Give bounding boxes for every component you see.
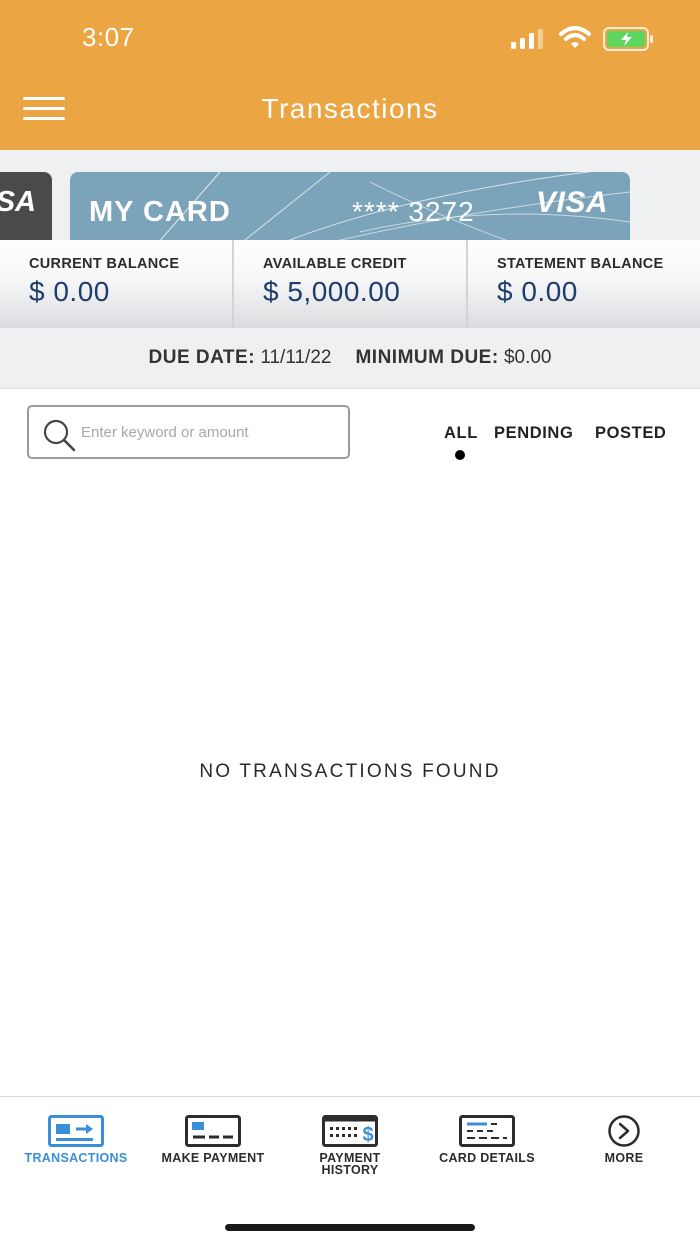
page-title: Transactions: [261, 93, 439, 124]
due-date: DUE DATE: 11/11/22: [149, 347, 332, 369]
filter-posted[interactable]: POSTED: [595, 424, 666, 443]
card-details-icon: [459, 1115, 515, 1147]
tab-card-details[interactable]: CARD DETAILS: [417, 1097, 557, 1197]
filter-all[interactable]: ALL: [444, 424, 478, 443]
available-credit-label: AVAILABLE CREDIT: [263, 256, 407, 272]
available-credit: AVAILABLE CREDIT $ 5,000.00: [232, 240, 466, 328]
minimum-due-label: MINIMUM DUE:: [355, 347, 499, 368]
statement-balance-value: $ 0.00: [497, 276, 578, 307]
signal-icon: [511, 29, 543, 49]
statement-balance-label: STATEMENT BALANCE: [497, 256, 664, 272]
current-card[interactable]: MY CARD **** 3272 VISA: [70, 172, 630, 240]
filter-pending[interactable]: PENDING: [494, 424, 573, 443]
active-filter-indicator: [455, 450, 465, 460]
minimum-due: MINIMUM DUE: $0.00: [355, 347, 551, 369]
statement-balance: STATEMENT BALANCE $ 0.00: [466, 240, 700, 328]
app-header: 3:07 Transactions: [0, 0, 700, 150]
tab-label: MORE: [604, 1151, 644, 1165]
tab-make-payment[interactable]: MAKE PAYMENT: [143, 1097, 283, 1197]
tab-more[interactable]: MORE: [554, 1097, 694, 1197]
tab-label: CARD DETAILS: [439, 1151, 535, 1165]
card-name: MY CARD: [89, 196, 231, 228]
transactions-icon: [48, 1115, 104, 1147]
home-indicator: [225, 1224, 475, 1231]
tab-label: PAYMENT HISTORY: [319, 1151, 381, 1177]
due-date-value: 11/11/22: [260, 347, 332, 368]
balance-summary: CURRENT BALANCE $ 0.00 AVAILABLE CREDIT …: [0, 240, 700, 328]
search-icon: [43, 419, 76, 452]
card-brand-logo: VISA: [536, 186, 609, 219]
current-balance-value: $ 0.00: [29, 276, 110, 307]
status-time: 3:07: [82, 22, 135, 52]
due-info: DUE DATE: 11/11/22 MINIMUM DUE: $0.00: [0, 328, 700, 389]
battery-icon: [603, 27, 653, 51]
search-box[interactable]: [27, 405, 350, 459]
current-balance: CURRENT BALANCE $ 0.00: [0, 240, 232, 328]
card-carousel[interactable]: SA MY CARD **** 3272 VISA: [0, 150, 700, 240]
payment-history-icon: $: [322, 1115, 378, 1147]
tab-payment-history[interactable]: $ PAYMENT HISTORY: [280, 1097, 420, 1197]
tab-label: MAKE PAYMENT: [161, 1151, 265, 1165]
empty-state-message: NO TRANSACTIONS FOUND: [199, 761, 501, 782]
bottom-tab-bar: TRANSACTIONS MAKE PAYMENT $ PAYMENT HIST…: [0, 1096, 700, 1244]
search-input[interactable]: [81, 417, 341, 447]
more-icon: [608, 1115, 640, 1147]
previous-card[interactable]: SA: [0, 172, 52, 240]
wifi-icon: [559, 26, 591, 48]
tab-transactions[interactable]: TRANSACTIONS: [6, 1097, 146, 1197]
card-number: **** 3272: [352, 196, 475, 227]
svg-text:$: $: [362, 1124, 373, 1146]
tab-label: TRANSACTIONS: [24, 1151, 128, 1165]
available-credit-value: $ 5,000.00: [263, 276, 401, 307]
make-payment-icon: [185, 1115, 241, 1147]
minimum-due-value: $0.00: [503, 347, 552, 368]
previous-card-brand: SA: [0, 186, 36, 218]
due-date-label: DUE DATE:: [148, 347, 256, 368]
current-balance-label: CURRENT BALANCE: [29, 256, 180, 272]
